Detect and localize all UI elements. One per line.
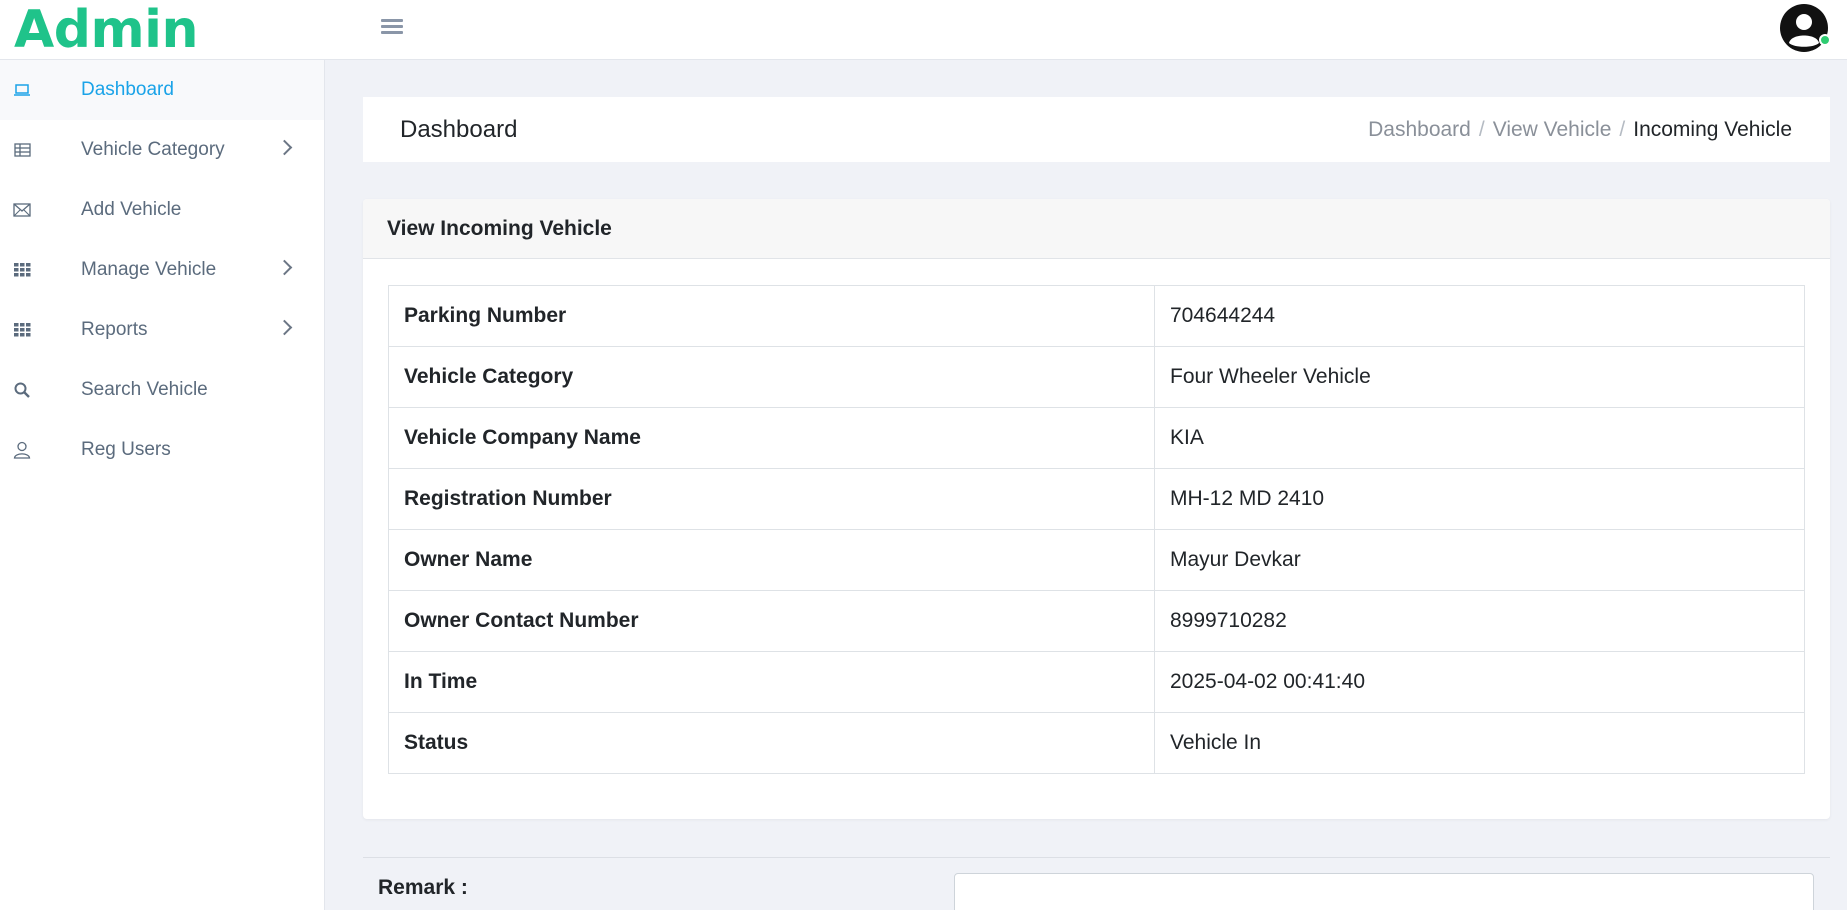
sidebar-item-reg-users[interactable]: Reg Users (0, 420, 324, 480)
breadcrumb-separator: / (1478, 118, 1485, 141)
brand-logo[interactable]: Admin (14, 0, 199, 60)
breadcrumb-dashboard-link[interactable]: Dashboard (1368, 97, 1471, 162)
remark-label: Remark : (378, 876, 468, 899)
online-status-dot (1819, 34, 1831, 46)
vehicle-details-table: Parking Number 704644244 Vehicle Categor… (388, 285, 1805, 774)
table-row: Owner Name Mayur Devkar (388, 529, 1805, 591)
row-value: Mayur Devkar (1154, 529, 1805, 591)
laptop-icon (12, 80, 32, 100)
sidebar-item-label: Add Vehicle (81, 199, 182, 220)
sidebar-item-label: Reports (81, 319, 148, 340)
table-row: In Time 2025-04-02 00:41:40 (388, 651, 1805, 713)
menu-toggle-icon[interactable] (381, 16, 403, 38)
breadcrumb-current: Incoming Vehicle (1633, 118, 1792, 141)
chevron-right-icon (276, 139, 293, 156)
row-label: Owner Name (388, 529, 1155, 591)
row-value: 8999710282 (1154, 590, 1805, 652)
search-icon (12, 380, 32, 400)
table-row: Vehicle Category Four Wheeler Vehicle (388, 346, 1805, 408)
sidebar-item-dashboard[interactable]: Dashboard (0, 60, 324, 120)
table-row: Owner Contact Number 8999710282 (388, 590, 1805, 652)
sidebar-item-label: Dashboard (81, 79, 174, 100)
sidebar-item-reports[interactable]: Reports (0, 300, 324, 360)
sidebar-item-label: Vehicle Category (81, 139, 225, 160)
sidebar-item-label: Manage Vehicle (81, 259, 217, 280)
breadcrumb-separator: / (1619, 118, 1626, 141)
grid-icon (12, 320, 32, 340)
sidebar-item-label: Search Vehicle (81, 379, 208, 400)
sidebar-item-label: Reg Users (81, 439, 171, 460)
sidebar: Dashboard Vehicle Category Add Vehicle M… (0, 60, 325, 910)
vehicle-details-card: View Incoming Vehicle Parking Number 704… (363, 199, 1830, 819)
chevron-right-icon (276, 319, 293, 336)
section-divider (363, 857, 1830, 858)
breadcrumb-view-vehicle-link[interactable]: View Vehicle (1493, 97, 1612, 162)
grid-icon (12, 260, 32, 280)
row-label: In Time (388, 651, 1155, 713)
row-value: Four Wheeler Vehicle (1154, 346, 1805, 408)
table-icon (12, 140, 32, 160)
card-title: View Incoming Vehicle (363, 199, 1830, 259)
top-bar: Admin (0, 0, 1847, 60)
row-value: KIA (1154, 407, 1805, 469)
row-label: Status (388, 712, 1155, 774)
table-row: Registration Number MH-12 MD 2410 (388, 468, 1805, 530)
sidebar-item-manage-vehicle[interactable]: Manage Vehicle (0, 240, 324, 300)
sidebar-item-search-vehicle[interactable]: Search Vehicle (0, 360, 324, 420)
sidebar-item-vehicle-category[interactable]: Vehicle Category (0, 120, 324, 180)
row-label: Vehicle Category (388, 346, 1155, 408)
breadcrumb: Dashboard / View Vehicle / Incoming Vehi… (1368, 97, 1792, 162)
row-value: 2025-04-02 00:41:40 (1154, 651, 1805, 713)
row-label: Owner Contact Number (388, 590, 1155, 652)
sidebar-item-add-vehicle[interactable]: Add Vehicle (0, 180, 324, 240)
remark-textarea[interactable] (954, 873, 1814, 910)
row-value: MH-12 MD 2410 (1154, 468, 1805, 530)
page-title: Dashboard (400, 116, 518, 143)
table-row: Status Vehicle In (388, 712, 1805, 774)
row-label: Registration Number (388, 468, 1155, 530)
chevron-right-icon (276, 259, 293, 276)
row-label: Parking Number (388, 285, 1155, 347)
user-avatar-icon[interactable] (1779, 3, 1829, 53)
row-value: 704644244 (1154, 285, 1805, 347)
user-icon (12, 440, 32, 460)
row-value: Vehicle In (1154, 712, 1805, 774)
row-label: Vehicle Company Name (388, 407, 1155, 469)
page-header: Dashboard Dashboard / View Vehicle / Inc… (363, 97, 1830, 162)
envelope-icon (12, 200, 32, 220)
table-row: Vehicle Company Name KIA (388, 407, 1805, 469)
table-row: Parking Number 704644244 (388, 285, 1805, 347)
